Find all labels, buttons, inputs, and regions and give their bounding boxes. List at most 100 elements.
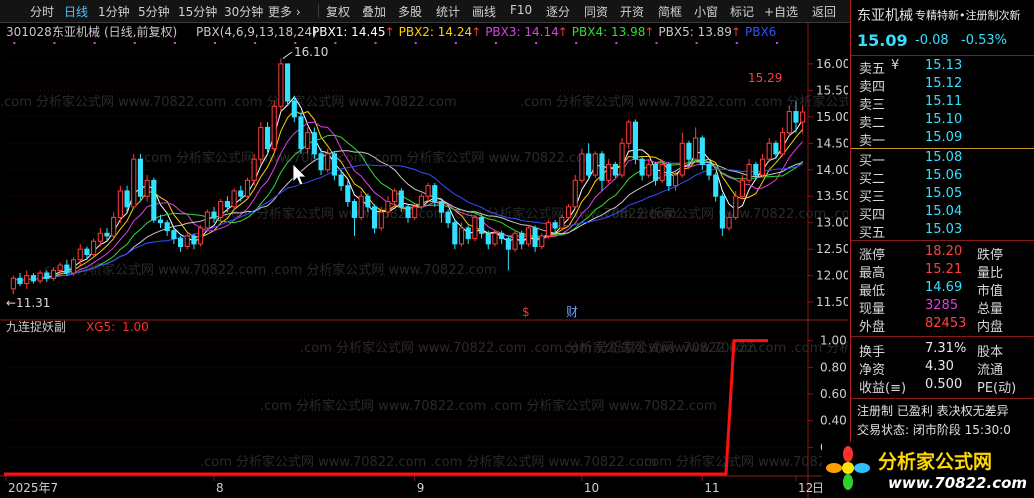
candle[interactable]	[164, 220, 170, 236]
candle[interactable]	[545, 220, 552, 239]
candle[interactable]	[151, 177, 157, 223]
toolbar-5min[interactable]: 5分钟	[138, 3, 170, 20]
ask-level[interactable]: 卖四 15.12	[851, 76, 1034, 95]
candle[interactable]	[458, 222, 465, 247]
toolbar-add-watch[interactable]: +自选	[764, 3, 798, 20]
candle[interactable]	[351, 198, 358, 236]
candle[interactable]	[238, 185, 244, 202]
candle[interactable]	[278, 58, 284, 112]
candle[interactable]	[612, 161, 618, 178]
candle[interactable]	[586, 143, 592, 181]
candle[interactable]	[746, 159, 752, 183]
candle[interactable]	[465, 225, 471, 244]
candle[interactable]	[759, 153, 766, 178]
candle[interactable]	[204, 209, 210, 231]
candle[interactable]	[606, 159, 612, 183]
bid-level[interactable]: 买三 15.05	[851, 186, 1034, 205]
candle[interactable]	[479, 214, 485, 239]
candle[interactable]	[24, 270, 30, 289]
candle[interactable]	[492, 230, 498, 247]
bid-level[interactable]: 买一 15.08	[851, 150, 1034, 169]
candle[interactable]	[17, 273, 23, 287]
toolbar-30min[interactable]: 30分钟	[224, 3, 263, 20]
candle[interactable]	[532, 225, 538, 252]
toolbar-draw[interactable]: 画线	[472, 3, 496, 20]
candle[interactable]	[592, 151, 598, 178]
candle[interactable]	[766, 138, 772, 162]
candle[interactable]	[565, 204, 572, 221]
candle[interactable]	[539, 233, 545, 250]
toolbar-back[interactable]: 返回	[812, 3, 836, 20]
ask-level[interactable]: 卖三 15.11	[851, 94, 1034, 113]
ask-level[interactable]: 卖一 15.09	[851, 130, 1034, 149]
candle[interactable]	[191, 233, 197, 250]
toolbar-minute[interactable]: 逐分	[546, 3, 570, 20]
candle[interactable]	[599, 151, 605, 191]
candle[interactable]	[418, 193, 424, 210]
candle[interactable]	[412, 204, 418, 221]
candle[interactable]	[780, 127, 786, 157]
candle[interactable]	[331, 151, 337, 181]
candle[interactable]	[699, 135, 705, 170]
ask-level[interactable]: 卖二 15.10	[851, 112, 1034, 131]
candle[interactable]	[30, 273, 36, 284]
toolbar-f10[interactable]: F10	[510, 3, 532, 17]
bid-level[interactable]: 买二 15.06	[851, 168, 1034, 187]
bid-level[interactable]: 买五 15.03	[851, 222, 1034, 241]
candle[interactable]	[198, 225, 204, 247]
candle[interactable]	[285, 63, 291, 107]
candle[interactable]	[298, 111, 304, 154]
toolbar-more[interactable]: 更多 ›	[268, 3, 301, 20]
candle[interactable]	[171, 228, 177, 244]
event-marker-finance[interactable]: 财	[566, 305, 578, 319]
candle[interactable]	[485, 230, 491, 250]
candle[interactable]	[445, 209, 451, 228]
candle[interactable]	[211, 206, 217, 223]
candle[interactable]	[91, 238, 97, 258]
candle[interactable]	[258, 122, 264, 165]
toolbar-kaizi[interactable]: 开资	[620, 3, 644, 20]
candle[interactable]	[632, 119, 639, 165]
toolbar-simple[interactable]: 简框	[658, 3, 682, 20]
candle[interactable]	[70, 257, 77, 276]
candle[interactable]	[358, 190, 364, 221]
candle[interactable]	[619, 138, 625, 178]
candle[interactable]	[693, 127, 699, 162]
candle[interactable]	[525, 225, 531, 247]
candle[interactable]	[392, 188, 398, 205]
candle[interactable]	[371, 204, 378, 234]
bid-level[interactable]: 买四 15.04	[851, 204, 1034, 223]
candle[interactable]	[218, 198, 224, 221]
candle[interactable]	[177, 235, 184, 252]
candle[interactable]	[626, 119, 632, 149]
candle[interactable]	[652, 161, 659, 186]
toolbar-intraday[interactable]: 分时	[30, 3, 54, 20]
candle[interactable]	[505, 235, 511, 271]
toolbar-stats[interactable]: 统计	[436, 3, 460, 20]
candle[interactable]	[519, 230, 525, 250]
candle[interactable]	[786, 105, 792, 136]
candle[interactable]	[345, 180, 351, 207]
candle[interactable]	[77, 243, 83, 266]
candle[interactable]	[646, 159, 652, 178]
candle[interactable]	[579, 148, 585, 183]
toolbar-small-window[interactable]: 小窗	[694, 3, 718, 20]
candle[interactable]	[639, 156, 645, 181]
toolbar-1min[interactable]: 1分钟	[98, 3, 130, 20]
candle[interactable]	[425, 183, 431, 202]
toolbar-tongzi[interactable]: 同资	[584, 3, 608, 20]
candle[interactable]	[666, 161, 672, 191]
candle[interactable]	[111, 212, 117, 239]
candle[interactable]	[10, 275, 16, 295]
candle[interactable]	[559, 214, 565, 231]
candle[interactable]	[572, 175, 578, 210]
candle[interactable]	[512, 230, 518, 252]
toolbar-multi[interactable]: 多股	[398, 3, 422, 20]
toolbar-mark[interactable]: 标记	[730, 3, 754, 20]
candle[interactable]	[679, 132, 685, 178]
candle[interactable]	[472, 214, 478, 242]
candle[interactable]	[713, 172, 719, 202]
toolbar-daily[interactable]: 日线	[64, 3, 88, 20]
candle[interactable]	[137, 153, 144, 202]
candle[interactable]	[719, 193, 725, 236]
